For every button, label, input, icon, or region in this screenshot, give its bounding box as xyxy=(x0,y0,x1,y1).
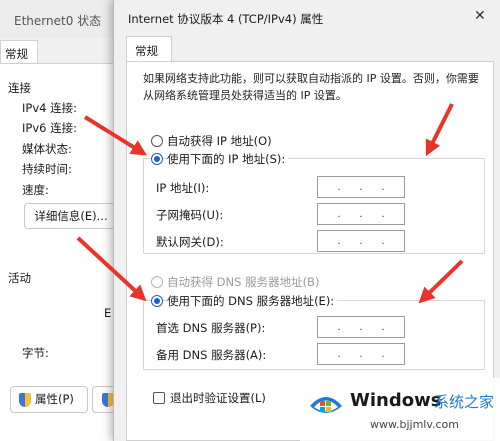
auto-ip-label: 自动获得 IP 地址(O) xyxy=(167,134,272,148)
ipv6-connection-label: IPv6 连接: xyxy=(22,121,77,135)
properties-button[interactable]: 属性(P) xyxy=(10,386,88,413)
tab-label: 常规 xyxy=(5,47,28,61)
auto-ip-radio[interactable] xyxy=(151,135,163,147)
media-state-label: 媒体状态: xyxy=(22,142,72,156)
section-connection: 连接 xyxy=(8,81,31,95)
default-gateway-label: 默认网关(D): xyxy=(156,235,224,249)
preferred-dns-label: 首选 DNS 服务器(P): xyxy=(156,321,266,335)
dialog-title: Internet 协议版本 4 (TCP/IPv4) 属性 xyxy=(128,12,324,26)
tab-general[interactable]: 常规 xyxy=(126,36,172,62)
ip-address-label: IP 地址(I): xyxy=(156,181,210,195)
watermark-brand: Windows xyxy=(350,390,442,411)
activity-fragment: E xyxy=(104,306,112,320)
ethernet-status-window: Ethernet0 状态 常规 连接 IPv4 连接: IPv6 连接: 媒体状… xyxy=(0,0,125,441)
close-icon[interactable]: ✕ xyxy=(474,8,486,24)
manual-ip-radio[interactable] xyxy=(151,153,163,165)
properties-button-label: 属性(P) xyxy=(35,392,74,406)
alternate-dns-label: 备用 DNS 服务器(A): xyxy=(156,348,267,362)
watermark: Windows 系统之家 www.bjjmlv.com xyxy=(300,378,500,441)
subnet-mask-field[interactable]: ... xyxy=(317,203,405,225)
default-gateway-field[interactable]: ... xyxy=(317,230,405,252)
window-title: Ethernet0 状态 xyxy=(14,14,102,28)
manual-dns-radio[interactable] xyxy=(151,295,163,307)
ipv4-connection-label: IPv4 连接: xyxy=(22,101,77,115)
manual-ip-label: 使用下面的 IP 地址(S): xyxy=(167,151,289,167)
bytes-label: 字节: xyxy=(22,346,49,360)
ip-address-field[interactable]: ... xyxy=(317,176,405,198)
alternate-dns-field[interactable]: ... xyxy=(317,343,405,365)
tab-general[interactable]: 常规 xyxy=(0,40,38,64)
watermark-url: www.bjjmlv.com xyxy=(370,418,459,431)
auto-dns-radio[interactable] xyxy=(151,276,163,288)
tab-label: 常规 xyxy=(135,44,158,58)
subnet-mask-label: 子网掩码(U): xyxy=(156,208,224,222)
auto-dns-label: 自动获得 DNS 服务器地址(B) xyxy=(167,275,320,289)
windows-logo-icon xyxy=(310,397,342,413)
speed-label: 速度: xyxy=(22,183,49,197)
details-button[interactable]: 详细信息(E)... xyxy=(24,203,118,229)
watermark-brand-cn: 系统之家 xyxy=(434,393,495,411)
description-text: 如果网络支持此功能，则可以获取自动指派的 IP 设置。否则，你需要从网络系统管理… xyxy=(143,72,479,102)
validate-on-exit-checkbox[interactable] xyxy=(153,392,165,404)
manual-dns-label: 使用下面的 DNS 服务器地址(E): xyxy=(167,293,338,309)
preferred-dns-field[interactable]: ... xyxy=(317,316,405,338)
tcpipv4-properties-dialog: Internet 协议版本 4 (TCP/IPv4) 属性 ✕ 常规 如果网络支… xyxy=(113,0,500,441)
title-bar: Ethernet0 状态 xyxy=(0,0,125,38)
duration-label: 持续时间: xyxy=(22,162,72,176)
section-activity: 活动 xyxy=(8,271,31,285)
shield-icon xyxy=(19,393,31,407)
validate-on-exit-label: 退出时验证设置(L) xyxy=(170,391,266,405)
